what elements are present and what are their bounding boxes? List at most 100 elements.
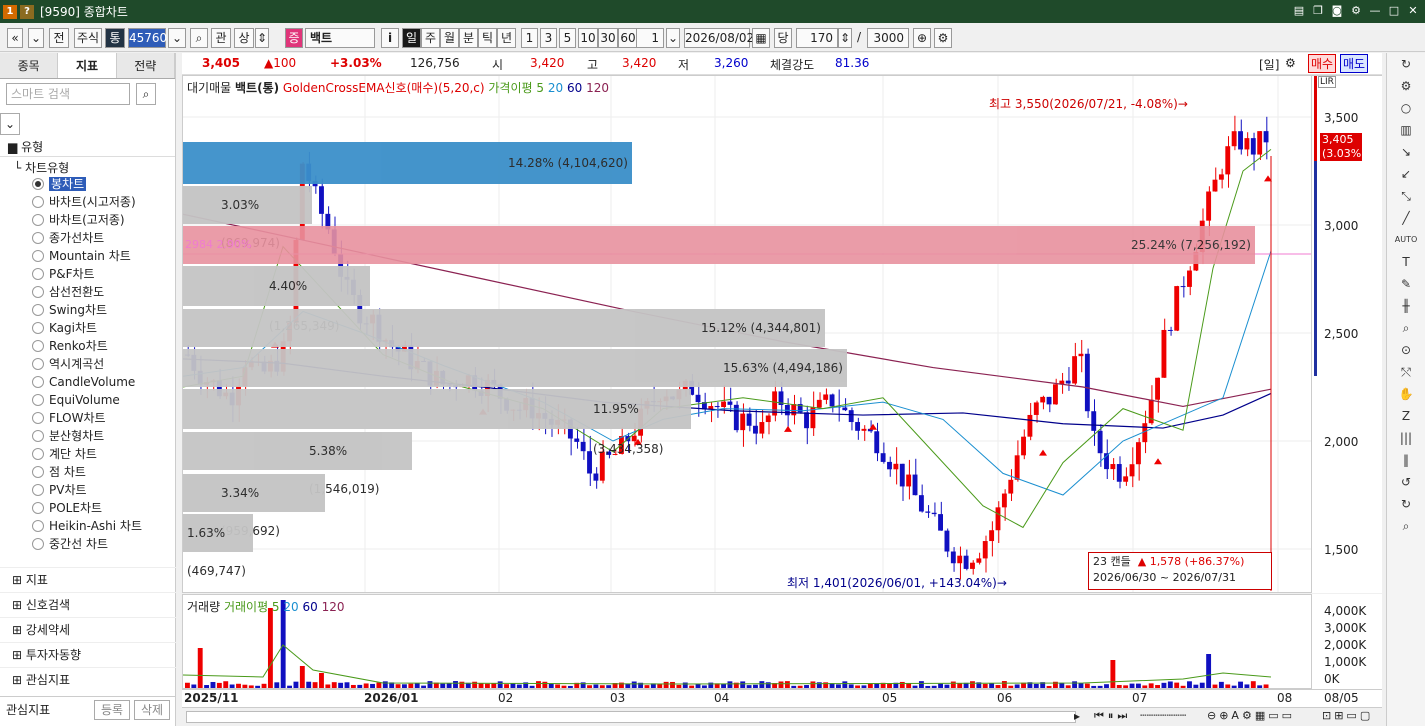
chart-type-11[interactable]: CandleVolume bbox=[0, 373, 175, 391]
radio-icon[interactable] bbox=[32, 214, 44, 226]
zoom-slider[interactable]: ┄┄┄┄┄┄┄ bbox=[1140, 709, 1186, 722]
period-4[interactable]: 틱 bbox=[478, 28, 497, 48]
minimize-icon[interactable]: — bbox=[1367, 3, 1383, 19]
buy-button[interactable]: 매수 bbox=[1308, 54, 1337, 73]
radio-icon[interactable] bbox=[32, 502, 44, 514]
chart-type-7[interactable]: Swing차트 bbox=[0, 301, 175, 319]
prev-button[interactable]: « bbox=[7, 28, 23, 48]
radio-icon[interactable] bbox=[32, 322, 44, 334]
minute-3[interactable]: 3 bbox=[540, 28, 557, 48]
ray-tool-icon[interactable]: ⤡ bbox=[1387, 185, 1425, 207]
zigzag-icon[interactable]: Z bbox=[1387, 405, 1425, 427]
minute-60[interactable]: 60 bbox=[618, 28, 638, 48]
date-input[interactable]: 2026/08/02 bbox=[684, 28, 754, 48]
chart-type-2[interactable]: 바차트(고저종) bbox=[0, 211, 175, 229]
tong-button[interactable]: 통 bbox=[105, 28, 125, 48]
copy-icon[interactable]: ❐ bbox=[1310, 3, 1326, 19]
zoom-tools-icon[interactable]: ⊖⊕A⚙▦▭▭ bbox=[1207, 709, 1295, 722]
chart-type-17[interactable]: PV차트 bbox=[0, 481, 175, 499]
diagonal-line-icon[interactable]: ╱ bbox=[1387, 207, 1425, 229]
expand-icon[interactable]: ⊞ bbox=[12, 648, 22, 662]
magnify-icon[interactable]: ⌕ bbox=[1387, 317, 1425, 339]
columns-icon[interactable]: ‖ bbox=[1387, 449, 1425, 471]
chart-type-5[interactable]: P&F차트 bbox=[0, 265, 175, 283]
chart-type-4[interactable]: Mountain 차트 bbox=[0, 247, 175, 265]
chart-type-18[interactable]: POLE차트 bbox=[0, 499, 175, 517]
axis-mode-icon[interactable]: LIR bbox=[1318, 76, 1336, 88]
smart-search-input[interactable]: 스마트 검색 bbox=[6, 83, 130, 105]
hand-tool-icon[interactable]: ✋ bbox=[1387, 383, 1425, 405]
scroll-track[interactable] bbox=[186, 711, 1076, 723]
radio-icon[interactable] bbox=[32, 412, 44, 424]
radio-icon[interactable] bbox=[32, 358, 44, 370]
chart-type-13[interactable]: FLOW차트 bbox=[0, 409, 175, 427]
unit-dropdown[interactable]: ⌄ bbox=[666, 28, 680, 48]
code-dropdown[interactable]: ⌄ bbox=[168, 28, 186, 48]
gear-icon[interactable]: ⚙ bbox=[1387, 75, 1425, 97]
radio-icon[interactable] bbox=[32, 232, 44, 244]
minute-1[interactable]: 1 bbox=[521, 28, 538, 48]
volume-chart[interactable]: 거래량 거래이평 5 20 60 120 bbox=[182, 594, 1312, 689]
tab-stock[interactable]: 종목 bbox=[0, 53, 59, 78]
count-input[interactable]: 170 bbox=[796, 28, 838, 48]
line-tool-icon[interactable]: ↘ bbox=[1387, 141, 1425, 163]
period-3[interactable]: 분 bbox=[459, 28, 478, 48]
layout-tools-icon[interactable]: ⊡⊞▭▢ bbox=[1322, 709, 1373, 722]
section-type[interactable]: ▆ 유형 bbox=[0, 135, 175, 157]
section-4[interactable]: ⊞ 관심지표 bbox=[0, 667, 176, 691]
calendar-icon[interactable]: ▦ bbox=[752, 28, 770, 48]
radio-icon[interactable] bbox=[32, 466, 44, 478]
chevron-down-icon[interactable]: ⌄ bbox=[28, 28, 44, 48]
text-tool-icon[interactable]: T bbox=[1387, 251, 1425, 273]
radio-icon[interactable] bbox=[32, 196, 44, 208]
market-button[interactable]: 주식 bbox=[74, 28, 102, 48]
sell-button[interactable]: 매도 bbox=[1340, 54, 1369, 73]
chart-type-20[interactable]: 중간선 차트 bbox=[0, 535, 175, 553]
search-tool-icon[interactable]: ⌕ bbox=[1387, 515, 1425, 537]
chart-type-15[interactable]: 계단 차트 bbox=[0, 445, 175, 463]
chart-type-9[interactable]: Renko차트 bbox=[0, 337, 175, 355]
unit-input[interactable]: 1 bbox=[636, 28, 664, 48]
chart-type-14[interactable]: 분산형차트 bbox=[0, 427, 175, 445]
tree-root[interactable]: └ 차트유형 bbox=[0, 157, 175, 175]
minute-10[interactable]: 10 bbox=[578, 28, 598, 48]
compare-icon[interactable]: ⤲ bbox=[1387, 361, 1425, 383]
gear-icon[interactable]: ⚙ bbox=[1285, 56, 1296, 70]
period-5[interactable]: 년 bbox=[497, 28, 516, 48]
radio-icon[interactable] bbox=[32, 268, 44, 280]
section-0[interactable]: ⊞ 지표 bbox=[0, 567, 176, 591]
radio-icon[interactable] bbox=[32, 484, 44, 496]
radio-icon[interactable] bbox=[32, 538, 44, 550]
bar-chart-icon[interactable]: ▥ bbox=[1387, 119, 1425, 141]
chart-scrollbar[interactable]: ▸ ⏮⏸⏭ ┄┄┄┄┄┄┄ ⊖⊕A⚙▦▭▭ ⊡⊞▭▢ bbox=[182, 707, 1382, 726]
chart-type-16[interactable]: 점 차트 bbox=[0, 463, 175, 481]
delete-button[interactable]: 삭제 bbox=[134, 700, 170, 720]
tab-strategy[interactable]: 전략 bbox=[116, 53, 175, 78]
pen-tool-icon[interactable]: ✎ bbox=[1387, 273, 1425, 295]
info-button[interactable]: i bbox=[381, 28, 399, 48]
radio-icon[interactable] bbox=[32, 250, 44, 262]
count-stepper[interactable]: ⇕ bbox=[838, 28, 852, 48]
zoom-tool-icon[interactable]: ⊙ bbox=[1387, 339, 1425, 361]
section-1[interactable]: ⊞ 신호검색 bbox=[0, 592, 176, 616]
expand-icon[interactable]: ⊞ bbox=[12, 623, 22, 637]
refresh-icon[interactable]: ↻ bbox=[1387, 53, 1425, 75]
redo-icon[interactable]: ↻ bbox=[1387, 493, 1425, 515]
updown-icon[interactable]: ⇕ bbox=[255, 28, 269, 48]
search-icon[interactable]: ⌕ bbox=[136, 83, 156, 105]
grid-icon[interactable]: ||| bbox=[1387, 427, 1425, 449]
radio-icon[interactable] bbox=[32, 304, 44, 316]
radio-icon[interactable] bbox=[32, 430, 44, 442]
dang-button[interactable]: 당 bbox=[774, 28, 792, 48]
minute-5[interactable]: 5 bbox=[559, 28, 576, 48]
scroll-right-icon[interactable]: ▸ bbox=[1074, 709, 1080, 723]
camera-icon[interactable]: ◙ bbox=[1329, 3, 1345, 19]
playback-controls[interactable]: ⏮⏸⏭ bbox=[1094, 709, 1131, 723]
radio-icon[interactable] bbox=[32, 376, 44, 388]
trend-tool-icon[interactable]: ↙ bbox=[1387, 163, 1425, 185]
chart-type-19[interactable]: Heikin-Ashi 차트 bbox=[0, 517, 175, 535]
minute-30[interactable]: 30 bbox=[598, 28, 618, 48]
chevron-down-icon[interactable]: ⌄ bbox=[0, 113, 20, 135]
settings-icon[interactable]: ⚙ bbox=[934, 28, 952, 48]
maximize-icon[interactable]: □ bbox=[1386, 3, 1402, 19]
